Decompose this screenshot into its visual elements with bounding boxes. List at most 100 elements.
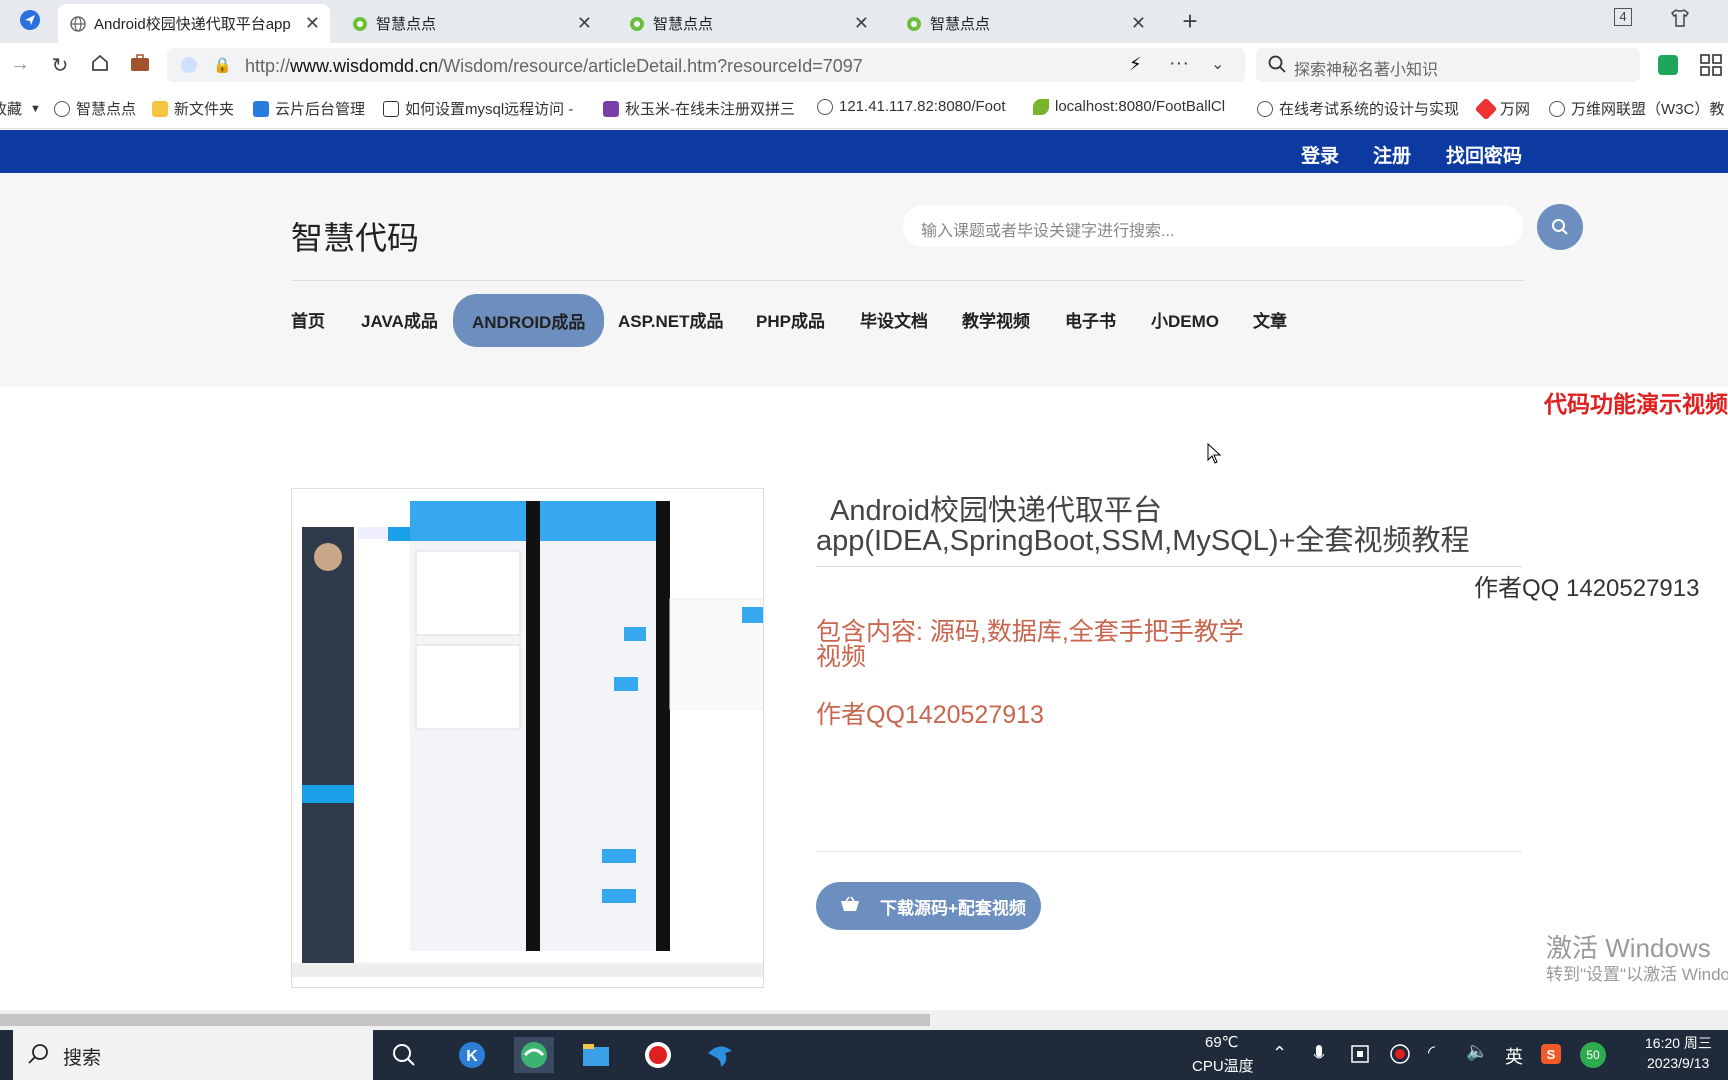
record-app-icon[interactable] xyxy=(638,1037,678,1073)
close-tab-icon[interactable]: ✕ xyxy=(305,13,320,34)
grid-icon[interactable] xyxy=(1700,54,1722,81)
bookmark-item[interactable]: 新文件夹 xyxy=(152,98,234,119)
tab-title: 智慧点点 xyxy=(930,16,991,33)
volume-icon[interactable]: 🔈 xyxy=(1466,1041,1488,1062)
menu-demo[interactable]: 小DEMO xyxy=(1151,307,1219,332)
download-button[interactable]: 下载源码+配套视频 xyxy=(816,882,1041,930)
site-search-input[interactable]: 输入课题或者毕设关键字进行搜索... xyxy=(903,205,1523,247)
taskbar-search[interactable]: 搜索 xyxy=(13,1030,373,1080)
site-search-button[interactable] xyxy=(1537,204,1583,250)
menu-articles[interactable]: 文章 xyxy=(1253,307,1287,332)
bookmark-item[interactable]: 万维网联盟（W3C）教 xyxy=(1549,98,1728,119)
site-header: 智慧代码 输入课题或者毕设关键字进行搜索... 首页 JAVA成品 ANDROI… xyxy=(0,173,1728,386)
horizontal-scrollbar[interactable] xyxy=(0,1010,1728,1030)
close-tab-icon[interactable]: ✕ xyxy=(854,13,869,34)
chevron-up-icon[interactable]: ⌃ xyxy=(1272,1043,1287,1064)
forward-icon[interactable]: → xyxy=(8,53,32,76)
usb-icon[interactable] xyxy=(1350,1044,1370,1068)
basket-icon xyxy=(840,896,860,917)
lightning-icon[interactable]: ⚡ xyxy=(1129,54,1142,75)
product-title: Android校园快递代取平台 app(IDEA,SpringBoot,SSM,… xyxy=(816,496,1536,556)
download-button-label: 下载源码+配套视频 xyxy=(880,898,1026,918)
cloud-icon xyxy=(253,100,269,117)
search-app-icon[interactable] xyxy=(384,1037,424,1073)
notification-badge[interactable]: 50 xyxy=(1580,1042,1606,1068)
globe-icon xyxy=(70,15,86,32)
tab-3[interactable]: 智慧点点 ✕ xyxy=(617,4,879,43)
browser-search-box[interactable]: 探索神秘名著小知识 xyxy=(1256,48,1640,82)
page-icon xyxy=(383,100,399,117)
bookmark-item[interactable]: 云片后台管理 xyxy=(253,98,365,119)
ime-indicator[interactable]: 英 xyxy=(1505,1043,1523,1069)
product-screenshot[interactable] xyxy=(291,488,764,988)
bookmarks-bar: 收藏▼ 智慧点点 新文件夹 云片后台管理 如何设置mysql远程访问 - 秋玉米… xyxy=(0,87,1728,129)
menu-android[interactable]: ANDROID成品 xyxy=(453,294,605,347)
tab-1[interactable]: Android校园快递代取平台app ✕ xyxy=(58,4,330,43)
close-tab-icon[interactable]: ✕ xyxy=(577,13,592,34)
shirt-icon[interactable] xyxy=(1668,8,1692,34)
new-tab-button[interactable]: + xyxy=(1178,6,1202,37)
site-logo[interactable]: 智慧代码 xyxy=(291,213,419,259)
recording-indicator-icon[interactable] xyxy=(1390,1044,1410,1068)
insecure-lock-icon[interactable]: 🔒 xyxy=(213,56,232,74)
reload-icon[interactable]: ↻ xyxy=(48,53,72,78)
browser-logo-icon[interactable] xyxy=(18,9,42,37)
windows-activation-hint: 转到"设置"以激活 Windows。 xyxy=(1546,965,1728,984)
menu-aspnet[interactable]: ASP.NET成品 xyxy=(618,307,724,332)
image-icon xyxy=(603,100,619,117)
login-link[interactable]: 登录 xyxy=(1301,141,1339,168)
more-icon[interactable]: ··· xyxy=(1169,52,1189,75)
site-favicon-icon xyxy=(352,16,368,32)
scrollbar-thumb[interactable] xyxy=(0,1014,930,1026)
search-icon xyxy=(27,1043,49,1071)
tab-4[interactable]: 智慧点点 ✕ xyxy=(894,4,1156,43)
url-text[interactable]: http://www.wisdomdd.cn/Wisdom/resource/a… xyxy=(245,56,863,77)
register-link[interactable]: 注册 xyxy=(1373,141,1411,168)
cpu-temp-label: CPU温度 xyxy=(1192,1058,1254,1075)
cpu-temp[interactable]: 69℃ xyxy=(1205,1033,1239,1051)
recover-password-link[interactable]: 找回密码 xyxy=(1446,141,1522,168)
menu-java[interactable]: JAVA成品 xyxy=(361,307,438,332)
tab-2[interactable]: 智慧点点 ✕ xyxy=(340,4,602,43)
search-icon xyxy=(1268,55,1286,78)
author-qq: 作者QQ 1420527913 xyxy=(1474,575,1700,602)
product-title-line1: Android校园快递代取平台 xyxy=(830,495,1162,527)
scrolling-notice[interactable]: 代码功能演示视频 xyxy=(1544,385,1728,419)
search-placeholder: 探索神秘名著小知识 xyxy=(1294,62,1439,79)
leaf-icon xyxy=(1033,98,1049,115)
menu-thesis-docs[interactable]: 毕设文档 xyxy=(860,307,928,332)
bookmark-item[interactable]: 智慧点点 xyxy=(54,98,136,119)
chevron-down-icon[interactable]: ⌄ xyxy=(1211,54,1224,74)
chevron-down-icon: ▼ xyxy=(30,102,41,115)
wifi-icon[interactable]: ◜ xyxy=(1428,1042,1435,1063)
briefcase-icon[interactable] xyxy=(128,53,152,79)
bookmark-item[interactable]: 万网 xyxy=(1474,97,1530,120)
product-title-line2: app(IDEA,SpringBoot,SSM,MySQL)+全套视频教程 xyxy=(816,525,1470,557)
dolphin-app-icon[interactable] xyxy=(700,1037,740,1073)
tab-title: 智慧点点 xyxy=(376,16,437,33)
address-bar[interactable]: 🔒 http://www.wisdomdd.cn/Wisdom/resource… xyxy=(167,48,1245,82)
bookmark-item[interactable]: localhost:8080/FootBallCl xyxy=(1033,98,1241,115)
bookmark-folder-favorites[interactable]: 收藏▼ xyxy=(0,98,41,119)
bookmark-item[interactable]: 如何设置mysql远程访问 - xyxy=(383,98,573,119)
menu-tutorial-videos[interactable]: 教学视频 xyxy=(962,307,1030,332)
microphone-icon[interactable] xyxy=(1313,1044,1325,1068)
clock-date[interactable]: 2023/9/13 xyxy=(1647,1055,1709,1071)
reader-icon[interactable] xyxy=(1658,55,1678,75)
clock-time[interactable]: 16:20 周三 xyxy=(1645,1033,1712,1053)
svg-text:S: S xyxy=(1547,1047,1556,1062)
browser-app-icon[interactable] xyxy=(514,1037,554,1073)
file-explorer-icon[interactable] xyxy=(576,1037,616,1073)
menu-ebooks[interactable]: 电子书 xyxy=(1065,307,1116,332)
shield-icon[interactable] xyxy=(181,57,197,73)
close-tab-icon[interactable]: ✕ xyxy=(1131,13,1146,34)
bookmark-item[interactable]: 在线考试系统的设计与实现 xyxy=(1257,98,1462,119)
tab-count-badge[interactable]: 4 xyxy=(1614,8,1632,26)
menu-home[interactable]: 首页 xyxy=(291,307,325,332)
menu-php[interactable]: PHP成品 xyxy=(756,307,825,332)
k-app-icon[interactable]: K xyxy=(452,1037,492,1073)
sogou-ime-icon[interactable]: S xyxy=(1540,1043,1562,1069)
bookmark-item[interactable]: 秋玉米-在线未注册双拼三 xyxy=(603,98,798,119)
bookmark-item[interactable]: 121.41.117.82:8080/Foot xyxy=(817,98,1012,115)
home-icon[interactable] xyxy=(88,53,112,79)
